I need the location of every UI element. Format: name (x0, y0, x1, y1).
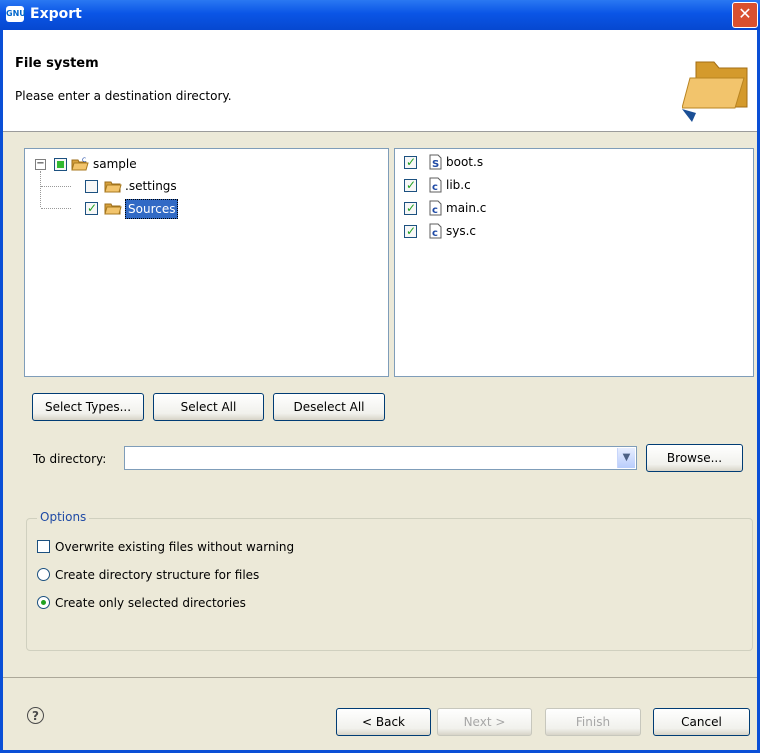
wizard-header: File system Please enter a destination d… (3, 30, 757, 132)
page-title: File system (15, 56, 99, 71)
tree-checkbox-settings[interactable] (85, 180, 98, 193)
window-title: Export (30, 6, 82, 22)
deselect-all-button[interactable]: Deselect All (273, 393, 385, 421)
tree-label-sources: Sources (125, 199, 179, 219)
chevron-down-icon[interactable]: ▼ (617, 448, 635, 468)
select-types-button[interactable]: Select Types... (32, 393, 144, 421)
create-structure-label: Create directory structure for files (55, 568, 260, 582)
browse-button[interactable]: Browse... (646, 444, 743, 472)
folder-icon (104, 181, 122, 193)
cancel-button[interactable]: Cancel (653, 708, 750, 736)
to-directory-combo[interactable]: ▼ (124, 446, 637, 470)
close-button[interactable]: ✕ (732, 2, 758, 28)
folder-icon (104, 203, 122, 215)
tree-label-sample: sample (93, 157, 137, 171)
tree-label-settings: .settings (125, 179, 177, 193)
file-item-sys-c[interactable]: ✓ c sys.c (404, 222, 524, 240)
tree-item-settings[interactable]: .settings (61, 177, 201, 195)
c-file-icon: c (429, 200, 442, 216)
file-item-lib-c[interactable]: ✓ c lib.c (404, 176, 524, 194)
file-label-boot-s: boot.s (446, 155, 484, 169)
back-button[interactable]: < Back (336, 708, 431, 736)
svg-text:c: c (432, 182, 438, 193)
file-checkbox-lib-c[interactable]: ✓ (404, 178, 417, 192)
create-selected-radio-row[interactable]: Create only selected directories (37, 593, 317, 613)
tree-item-sample[interactable]: − C sample (35, 155, 205, 173)
svg-text:c: c (432, 228, 438, 239)
overwrite-checkbox-row[interactable]: Overwrite existing files without warning (37, 537, 377, 557)
create-selected-radio[interactable] (37, 596, 50, 609)
dialog-client-area: File system Please enter a destination d… (3, 30, 757, 750)
finish-button: Finish (545, 708, 641, 736)
select-all-button[interactable]: Select All (153, 393, 264, 421)
gnu-icon: GNU (6, 6, 26, 22)
create-structure-radio[interactable] (37, 568, 50, 581)
options-group: Options Overwrite existing files without… (26, 510, 753, 651)
file-checkbox-boot-s[interactable]: ✓ (404, 155, 417, 169)
file-label-main-c: main.c (446, 201, 487, 215)
overwrite-label: Overwrite existing files without warning (55, 540, 295, 554)
file-checkbox-main-c[interactable]: ✓ (404, 201, 417, 215)
file-label-lib-c: lib.c (446, 178, 471, 192)
svg-text:S: S (432, 159, 439, 170)
folder-tree[interactable]: − C sample .settings ✓ Sources (24, 148, 389, 377)
tree-item-sources[interactable]: ✓ Sources (61, 199, 201, 219)
file-checkbox-sys-c[interactable]: ✓ (404, 224, 417, 238)
collapse-icon[interactable]: − (35, 159, 46, 170)
svg-text:C: C (82, 157, 86, 164)
file-list[interactable]: ✓ S boot.s ✓ c lib.c ✓ c main.c ✓ c sys.… (394, 148, 754, 377)
file-item-main-c[interactable]: ✓ c main.c (404, 199, 524, 217)
file-item-boot-s[interactable]: ✓ S boot.s (404, 153, 524, 171)
title-bar[interactable]: GNU Export ✕ (0, 0, 760, 30)
c-file-icon: c (429, 177, 442, 193)
file-label-sys-c: sys.c (446, 224, 477, 238)
create-selected-label: Create only selected directories (55, 596, 246, 610)
export-dialog: GNU Export ✕ File system Please enter a … (0, 0, 760, 753)
next-button: Next > (437, 708, 532, 736)
svg-text:c: c (432, 205, 438, 216)
folder-open-icon (682, 61, 748, 122)
tree-checkbox-sample[interactable] (54, 158, 67, 171)
c-file-icon: c (429, 223, 442, 239)
page-description: Please enter a destination directory. (15, 89, 232, 103)
help-icon[interactable]: ? (27, 707, 44, 724)
options-title: Options (37, 510, 90, 524)
tree-checkbox-sources[interactable]: ✓ (85, 201, 98, 215)
project-folder-icon: C (71, 157, 89, 171)
asm-file-icon: S (429, 154, 442, 170)
footer-divider (3, 677, 757, 678)
to-directory-label: To directory: (33, 452, 107, 466)
overwrite-checkbox[interactable] (37, 540, 50, 553)
create-structure-radio-row[interactable]: Create directory structure for files (37, 565, 347, 585)
